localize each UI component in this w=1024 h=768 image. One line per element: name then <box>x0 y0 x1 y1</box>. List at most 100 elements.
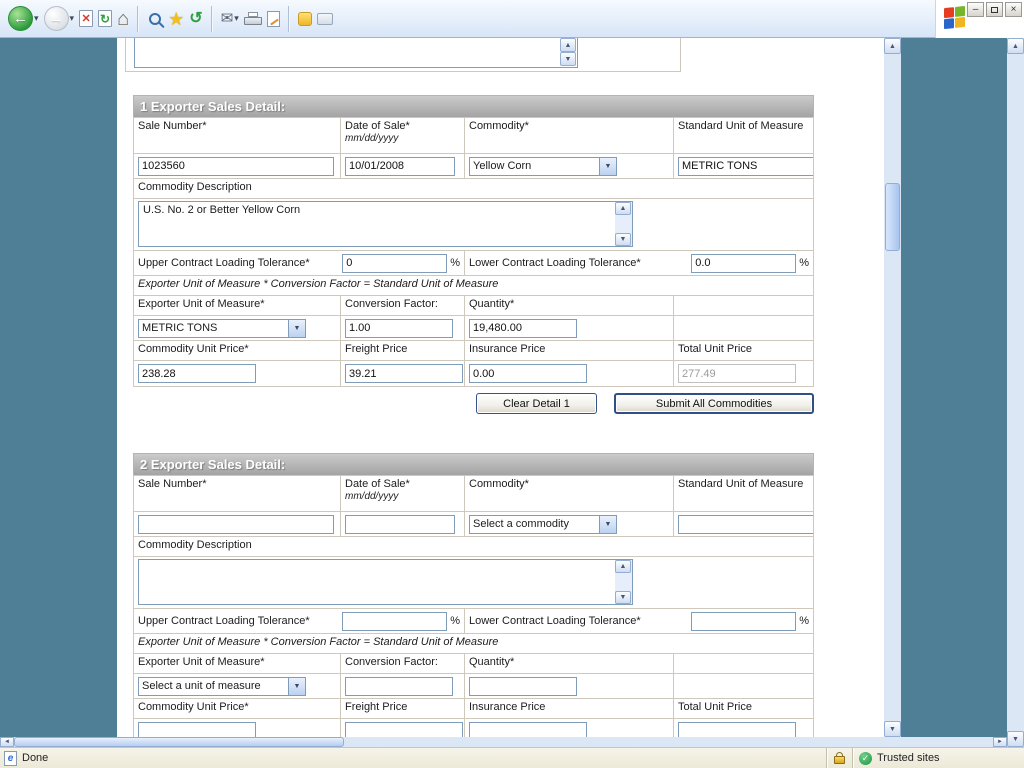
s1-date-of-sale-input[interactable] <box>345 157 455 176</box>
s1-standard-unit-input[interactable] <box>678 157 813 176</box>
s2-upper-tolerance-input[interactable] <box>342 612 447 631</box>
upper-tolerance-label: Upper Contract Loading Tolerance* <box>138 615 310 627</box>
exporter-sales-detail-2: 2 Exporter Sales Detail: Sale Number* Da… <box>133 453 814 737</box>
restore-button[interactable] <box>986 2 1003 17</box>
scroll-up-icon[interactable]: ▲ <box>615 202 631 215</box>
exporter-sales-detail-1: 1 Exporter Sales Detail: Sale Number* Da… <box>133 95 814 414</box>
stop-icon: ✕ <box>79 10 93 27</box>
s1-exporter-unit-select[interactable]: METRIC TONS ▼ <box>138 319 306 338</box>
mail-button[interactable]: ✉ ▾ <box>221 11 239 26</box>
home-button[interactable]: ⌂ <box>117 9 129 29</box>
s1-commodity-unit-price-input[interactable] <box>138 364 256 383</box>
horizontal-scrollbar-thumb[interactable] <box>14 737 344 747</box>
freight-price-label: Freight Price <box>340 341 464 360</box>
s1-insurance-price-input[interactable] <box>469 364 587 383</box>
scroll-up-icon[interactable]: ▲ <box>1007 38 1024 54</box>
stop-button[interactable]: ✕ <box>79 10 93 27</box>
horizontal-scrollbar[interactable]: ◄ ► <box>0 737 1007 747</box>
windows-logo-icon <box>944 6 966 30</box>
clear-detail-1-button[interactable]: Clear Detail 1 <box>476 393 597 414</box>
forward-icon: → <box>44 6 69 31</box>
scroll-down-icon[interactable]: ▼ <box>615 233 631 246</box>
scroll-up-icon[interactable]: ▲ <box>560 38 576 52</box>
toolbar-separator <box>137 6 139 32</box>
commodity-unit-price-label: Commodity Unit Price* <box>134 341 340 360</box>
s2-standard-unit-input[interactable] <box>678 515 813 534</box>
scroll-up-icon[interactable]: ▲ <box>615 560 631 573</box>
insurance-price-label: Insurance Price <box>464 341 673 360</box>
s2-lower-tolerance-input[interactable] <box>691 612 796 631</box>
s1-quantity-input[interactable] <box>469 319 577 338</box>
date-of-sale-label: Date of Sale* mm/dd/yyyy <box>340 118 464 153</box>
chevron-down-icon: ▼ <box>288 678 305 695</box>
print-button[interactable] <box>244 12 262 26</box>
exporter-unit-label: Exporter Unit of Measure* <box>134 654 340 673</box>
browser-window: ← ▾ → ▾ ✕ ↻ ⌂ ★ ↺ ✉ ▾ <box>0 0 1024 768</box>
forward-dropdown-icon[interactable]: ▾ <box>70 13 75 24</box>
discuss-icon <box>317 13 333 25</box>
insurance-price-label: Insurance Price <box>464 699 673 718</box>
mail-dropdown-icon[interactable]: ▾ <box>234 13 239 24</box>
textarea-scrollbar: ▲ ▼ <box>615 560 632 604</box>
toolbar-separator <box>288 6 290 32</box>
s2-conversion-factor-input[interactable] <box>345 677 453 696</box>
s2-commodity-select[interactable]: Select a commodity ▼ <box>469 515 617 534</box>
s2-commodity-value: Select a commodity <box>470 518 599 530</box>
scroll-right-icon[interactable]: ► <box>993 737 1007 747</box>
scroll-down-icon[interactable]: ▼ <box>1007 731 1024 747</box>
s1-conversion-factor-input[interactable] <box>345 319 453 338</box>
s2-quantity-input[interactable] <box>469 677 577 696</box>
commodity-description-label: Commodity Description <box>134 179 813 198</box>
s2-sale-number-input[interactable] <box>138 515 334 534</box>
history-button[interactable]: ↺ <box>189 11 202 27</box>
s2-freight-price-input[interactable] <box>345 722 463 737</box>
favorites-button[interactable]: ★ <box>168 10 184 28</box>
toolbar-separator <box>211 6 213 32</box>
refresh-button[interactable]: ↻ <box>98 10 112 27</box>
s2-commodity-description-textarea[interactable]: ▲ ▼ <box>138 559 633 605</box>
s1-sale-number-input[interactable] <box>138 157 334 176</box>
scroll-up-icon[interactable]: ▲ <box>884 38 901 54</box>
frame-scrollbar[interactable]: ▲ ▼ <box>884 38 901 737</box>
search-button[interactable] <box>147 11 163 27</box>
browser-toolbar: ← ▾ → ▾ ✕ ↻ ⌂ ★ ↺ ✉ ▾ <box>0 0 1024 38</box>
submit-all-commodities-button[interactable]: Submit All Commodities <box>614 393 814 414</box>
total-unit-price-label: Total Unit Price <box>673 699 813 718</box>
cutoff-textarea[interactable]: ▲ ▼ <box>134 38 578 68</box>
s2-exporter-unit-select[interactable]: Select a unit of measure ▼ <box>138 677 306 696</box>
page-icon: e <box>4 751 17 766</box>
s1-freight-price-input[interactable] <box>345 364 463 383</box>
scroll-down-icon[interactable]: ▼ <box>884 721 901 737</box>
browser-scrollbar[interactable]: ▲ ▼ <box>1007 38 1024 747</box>
conversion-note: Exporter Unit of Measure * Conversion Fa… <box>134 276 813 295</box>
s2-description-text <box>139 560 632 564</box>
s1-exporter-unit-value: METRIC TONS <box>139 322 288 334</box>
s2-commodity-unit-price-input[interactable] <box>138 722 256 737</box>
close-button[interactable]: × <box>1005 2 1022 17</box>
textarea-scrollbar: ▲ ▼ <box>560 38 577 67</box>
security-zone-label: Trusted sites <box>877 752 940 764</box>
back-button[interactable]: ← ▾ <box>8 6 39 31</box>
discuss-button[interactable] <box>317 13 333 25</box>
s1-lower-tolerance-input[interactable] <box>691 254 796 273</box>
minimize-button[interactable]: – <box>967 2 984 17</box>
edit-button[interactable] <box>267 11 280 27</box>
s1-upper-tolerance-input[interactable] <box>342 254 447 273</box>
messenger-button[interactable] <box>298 12 312 26</box>
scroll-down-icon[interactable]: ▼ <box>560 52 576 66</box>
s1-description-text: U.S. No. 2 or Better Yellow Corn <box>139 202 632 218</box>
browser-viewport: ▲ ▼ 1 Exporter Sales Detail: Sale Number… <box>0 38 1024 747</box>
forward-button[interactable]: → ▾ <box>44 6 75 31</box>
exporter-unit-label: Exporter Unit of Measure* <box>134 296 340 315</box>
back-dropdown-icon[interactable]: ▾ <box>34 13 39 24</box>
s1-commodity-description-textarea[interactable]: U.S. No. 2 or Better Yellow Corn ▲ ▼ <box>138 201 633 247</box>
scroll-left-icon[interactable]: ◄ <box>0 737 14 747</box>
s2-total-unit-price-input[interactable] <box>678 722 796 737</box>
scroll-down-icon[interactable]: ▼ <box>615 591 631 604</box>
s1-commodity-select[interactable]: Yellow Corn ▼ <box>469 157 617 176</box>
s1-total-unit-price-input <box>678 364 796 383</box>
section-1-title: 1 Exporter Sales Detail: <box>133 95 814 117</box>
frame-scrollbar-thumb[interactable] <box>885 183 900 251</box>
s2-insurance-price-input[interactable] <box>469 722 587 737</box>
s2-date-of-sale-input[interactable] <box>345 515 455 534</box>
